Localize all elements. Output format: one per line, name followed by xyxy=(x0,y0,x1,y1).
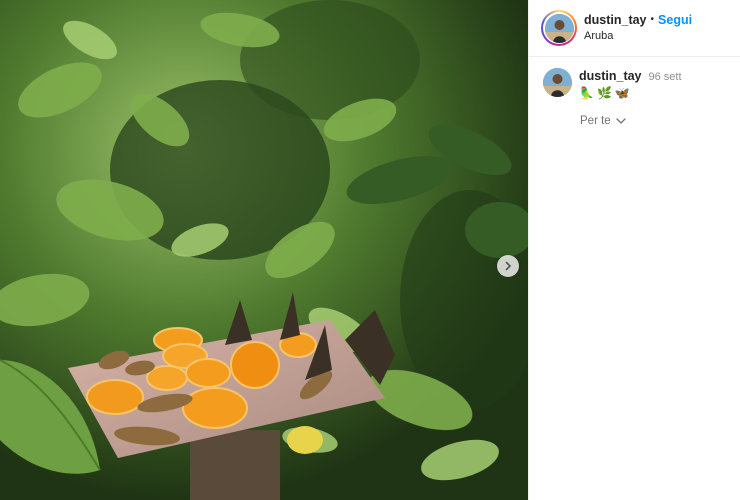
feed-filter-dropdown[interactable]: Per te xyxy=(580,115,740,127)
herb-emoji: 🌿 xyxy=(596,86,612,100)
caption: dustin_tay 96 sett 🦜 🌿 🦋 xyxy=(529,57,740,100)
story-ring[interactable] xyxy=(541,10,577,46)
butterfly-emoji: 🦋 xyxy=(614,86,630,100)
carousel-next-button[interactable] xyxy=(497,255,519,277)
post-photo[interactable] xyxy=(0,0,528,500)
post-side-panel: dustin_tay • Segui Aruba dustin_tay 96 s… xyxy=(528,0,740,500)
follow-button[interactable]: Segui xyxy=(658,12,692,28)
post-header: dustin_tay • Segui Aruba xyxy=(529,0,740,57)
butterfly-garden-image xyxy=(0,0,528,500)
chevron-right-icon xyxy=(505,261,512,271)
feed-filter-label: Per te xyxy=(580,115,611,127)
post-time[interactable]: 96 sett xyxy=(649,69,682,85)
separator-dot: • xyxy=(650,14,655,25)
author-username[interactable]: dustin_tay xyxy=(584,12,647,28)
caption-avatar[interactable] xyxy=(543,68,572,97)
chevron-down-icon xyxy=(616,118,626,124)
caption-text: 🦜 🌿 🦋 xyxy=(579,86,682,100)
location-link[interactable]: Aruba xyxy=(584,28,692,44)
caption-username[interactable]: dustin_tay xyxy=(579,68,642,84)
author-avatar xyxy=(544,13,574,43)
parrot-emoji: 🦜 xyxy=(579,86,594,100)
